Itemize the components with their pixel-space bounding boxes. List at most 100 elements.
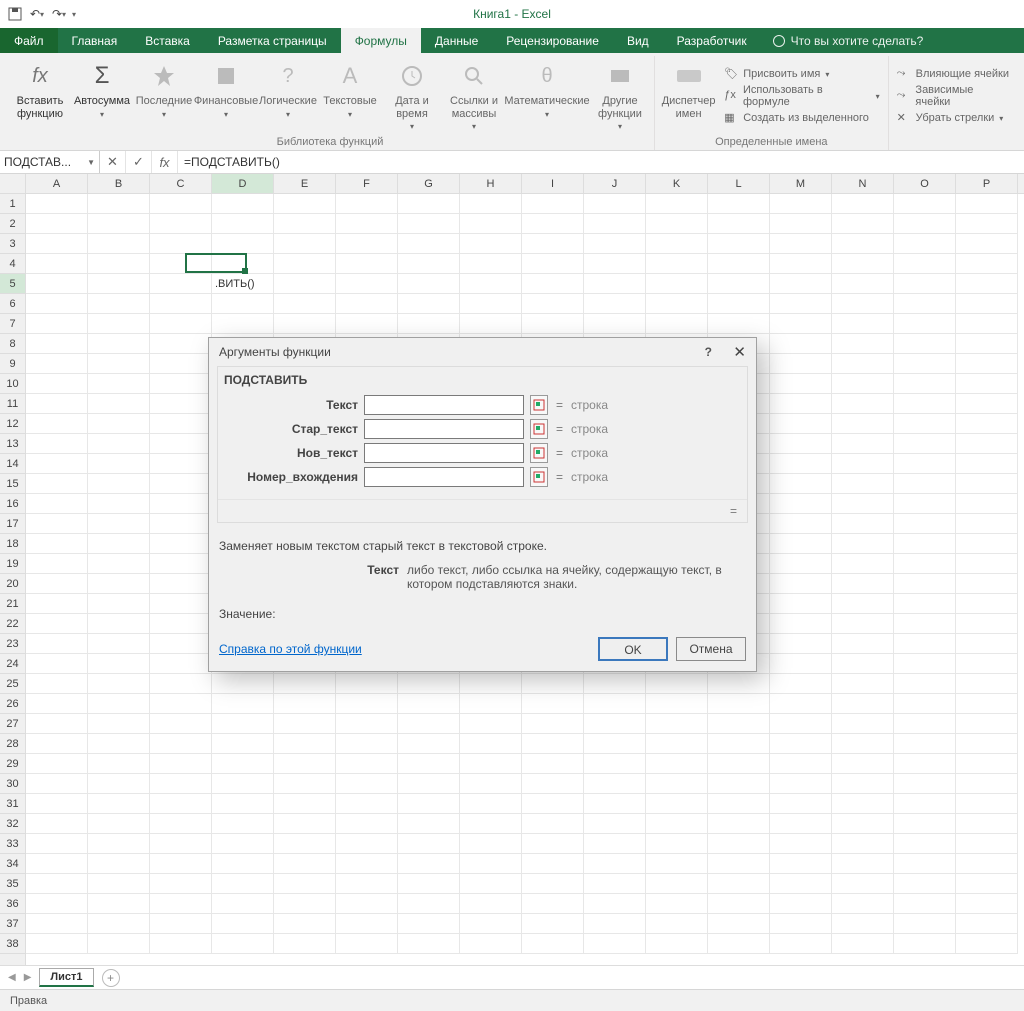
tell-me[interactable]: Что вы хотите сделать? bbox=[761, 28, 936, 53]
arg-input[interactable] bbox=[364, 395, 524, 415]
sheet-tab-active[interactable]: Лист1 bbox=[39, 968, 93, 987]
lookup-button[interactable]: Ссылки и массивы▾ bbox=[444, 56, 504, 134]
column-header[interactable]: J bbox=[584, 174, 646, 193]
dialog-close-button[interactable]: ✕ bbox=[733, 343, 746, 361]
column-header[interactable]: L bbox=[708, 174, 770, 193]
formula-input[interactable]: =ПОДСТАВИТЬ() bbox=[178, 151, 1024, 173]
row-headers[interactable]: 1234567891011121314151617181920212223242… bbox=[0, 194, 26, 965]
row-header[interactable]: 22 bbox=[0, 614, 25, 634]
column-header[interactable]: H bbox=[460, 174, 522, 193]
row-header[interactable]: 15 bbox=[0, 474, 25, 494]
insert-function-button[interactable]: fx Вставить функцию bbox=[10, 56, 70, 134]
column-header[interactable]: K bbox=[646, 174, 708, 193]
dialog-help-link[interactable]: Справка по этой функции bbox=[219, 642, 362, 656]
dialog-ok-button[interactable]: OK bbox=[598, 637, 668, 661]
row-header[interactable]: 6 bbox=[0, 294, 25, 314]
row-header[interactable]: 16 bbox=[0, 494, 25, 514]
row-header[interactable]: 8 bbox=[0, 334, 25, 354]
row-header[interactable]: 33 bbox=[0, 834, 25, 854]
row-header[interactable]: 26 bbox=[0, 694, 25, 714]
range-picker-button[interactable] bbox=[530, 467, 548, 487]
row-header[interactable]: 17 bbox=[0, 514, 25, 534]
row-header[interactable]: 37 bbox=[0, 914, 25, 934]
dialog-help-button[interactable]: ? bbox=[705, 345, 712, 359]
dialog-titlebar[interactable]: Аргументы функции ? ✕ bbox=[209, 338, 756, 366]
row-header[interactable]: 14 bbox=[0, 454, 25, 474]
range-picker-button[interactable] bbox=[530, 443, 548, 463]
row-header[interactable]: 21 bbox=[0, 594, 25, 614]
define-name-button[interactable]: 🏷Присвоить имя ▾ bbox=[724, 67, 879, 81]
row-header[interactable]: 25 bbox=[0, 674, 25, 694]
use-in-formula-button[interactable]: ƒxИспользовать в формуле ▾ bbox=[724, 84, 879, 108]
row-header[interactable]: 18 bbox=[0, 534, 25, 554]
column-header[interactable]: F bbox=[336, 174, 398, 193]
row-header[interactable]: 27 bbox=[0, 714, 25, 734]
row-header[interactable]: 34 bbox=[0, 854, 25, 874]
name-box[interactable]: ПОДСТАВ...▼ bbox=[0, 151, 100, 173]
new-sheet-button[interactable]: + bbox=[102, 969, 120, 987]
row-header[interactable]: 1 bbox=[0, 194, 25, 214]
trace-dependents-button[interactable]: ⤳Зависимые ячейки bbox=[897, 84, 1010, 108]
text-button[interactable]: A Текстовые▾ bbox=[320, 56, 380, 134]
undo-icon[interactable]: ↶▾ bbox=[28, 5, 46, 23]
row-header[interactable]: 36 bbox=[0, 894, 25, 914]
sheet-nav-next[interactable]: ▶ bbox=[24, 972, 32, 983]
arg-input[interactable] bbox=[364, 419, 524, 439]
dialog-cancel-button[interactable]: Отмена bbox=[676, 637, 746, 661]
logical-button[interactable]: ? Логические▾ bbox=[258, 56, 318, 134]
row-header[interactable]: 28 bbox=[0, 734, 25, 754]
range-picker-button[interactable] bbox=[530, 419, 548, 439]
column-header[interactable]: I bbox=[522, 174, 584, 193]
row-header[interactable]: 30 bbox=[0, 774, 25, 794]
row-header[interactable]: 10 bbox=[0, 374, 25, 394]
column-header[interactable]: G bbox=[398, 174, 460, 193]
row-header[interactable]: 29 bbox=[0, 754, 25, 774]
row-header[interactable]: 9 bbox=[0, 354, 25, 374]
tab-home[interactable]: Главная bbox=[58, 28, 132, 53]
enter-formula-button[interactable]: ✓ bbox=[126, 151, 152, 173]
datetime-button[interactable]: Дата и время▾ bbox=[382, 56, 442, 134]
column-header[interactable]: B bbox=[88, 174, 150, 193]
column-header[interactable]: N bbox=[832, 174, 894, 193]
row-header[interactable]: 32 bbox=[0, 814, 25, 834]
math-button[interactable]: θ Математические▾ bbox=[506, 56, 588, 134]
arg-input[interactable] bbox=[364, 467, 524, 487]
row-header[interactable]: 5 bbox=[0, 274, 25, 294]
arg-input[interactable] bbox=[364, 443, 524, 463]
row-header[interactable]: 7 bbox=[0, 314, 25, 334]
tab-review[interactable]: Рецензирование bbox=[492, 28, 613, 53]
column-header[interactable]: A bbox=[26, 174, 88, 193]
create-from-selection-button[interactable]: ▦Создать из выделенного bbox=[724, 111, 879, 125]
recently-used-button[interactable]: Последние▾ bbox=[134, 56, 194, 134]
tab-file[interactable]: Файл bbox=[0, 28, 58, 53]
column-header[interactable]: C bbox=[150, 174, 212, 193]
row-header[interactable]: 12 bbox=[0, 414, 25, 434]
row-header[interactable]: 11 bbox=[0, 394, 25, 414]
sheet-nav-prev[interactable]: ◀ bbox=[8, 972, 16, 983]
financial-button[interactable]: Финансовые▾ bbox=[196, 56, 256, 134]
column-headers[interactable]: ABCDEFGHIJKLMNOP bbox=[26, 174, 1024, 194]
row-header[interactable]: 3 bbox=[0, 234, 25, 254]
autosum-button[interactable]: Σ Автосумма▾ bbox=[72, 56, 132, 134]
trace-precedents-button[interactable]: ⤳Влияющие ячейки bbox=[897, 67, 1010, 81]
row-header[interactable]: 2 bbox=[0, 214, 25, 234]
row-header[interactable]: 20 bbox=[0, 574, 25, 594]
row-header[interactable]: 23 bbox=[0, 634, 25, 654]
tab-page-layout[interactable]: Разметка страницы bbox=[204, 28, 341, 53]
qat-customize-icon[interactable]: ▾ bbox=[72, 10, 76, 19]
column-header[interactable]: D bbox=[212, 174, 274, 193]
column-header[interactable]: M bbox=[770, 174, 832, 193]
column-header[interactable]: E bbox=[274, 174, 336, 193]
tab-data[interactable]: Данные bbox=[421, 28, 492, 53]
row-header[interactable]: 4 bbox=[0, 254, 25, 274]
cancel-formula-button[interactable]: ✕ bbox=[100, 151, 126, 173]
row-header[interactable]: 19 bbox=[0, 554, 25, 574]
save-icon[interactable] bbox=[6, 5, 24, 23]
row-header[interactable]: 31 bbox=[0, 794, 25, 814]
remove-arrows-button[interactable]: ✕Убрать стрелки ▾ bbox=[897, 111, 1010, 125]
tab-developer[interactable]: Разработчик bbox=[663, 28, 761, 53]
chevron-down-icon[interactable]: ▼ bbox=[87, 158, 95, 167]
insert-function-small-button[interactable]: fx bbox=[152, 151, 178, 173]
tab-insert[interactable]: Вставка bbox=[131, 28, 204, 53]
column-header[interactable]: O bbox=[894, 174, 956, 193]
